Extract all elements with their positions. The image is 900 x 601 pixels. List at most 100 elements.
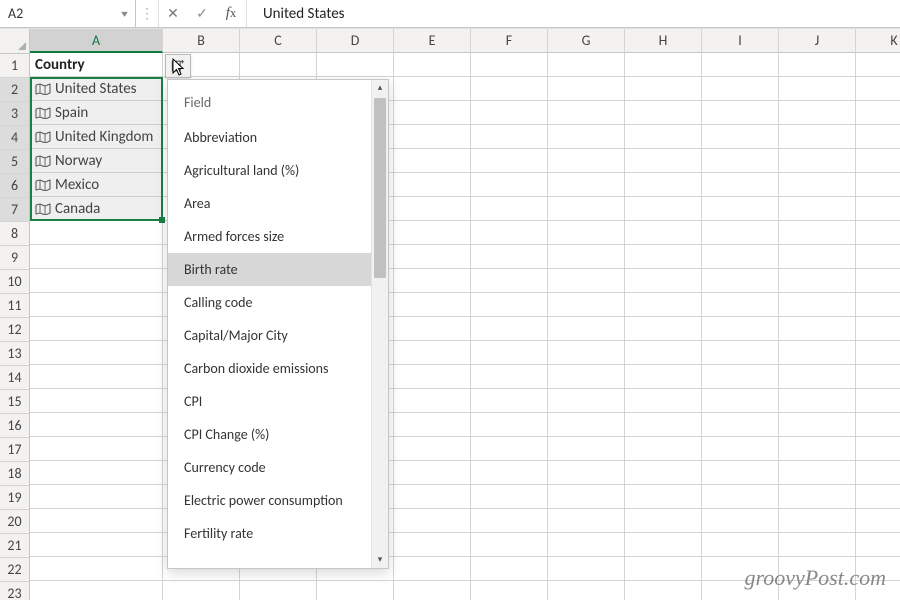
row-header-12[interactable]: 12	[0, 318, 29, 342]
cell-K22[interactable]	[856, 557, 900, 581]
cell-G10[interactable]	[548, 269, 625, 293]
cell-D23[interactable]	[317, 581, 394, 600]
dropdown-item[interactable]: Armed forces size	[168, 220, 371, 253]
cell-I3[interactable]	[702, 101, 779, 125]
cell-J7[interactable]	[779, 197, 856, 221]
cell-K23[interactable]	[856, 581, 900, 600]
formula-bar-grip[interactable]: ⋮	[136, 0, 159, 27]
cell-J20[interactable]	[779, 509, 856, 533]
cell-I9[interactable]	[702, 245, 779, 269]
cell-J23[interactable]	[779, 581, 856, 600]
cell-F23[interactable]	[471, 581, 548, 600]
cell-E1[interactable]	[394, 53, 471, 77]
cells-area[interactable]: CountryUnited StatesSpainUnited KingdomN…	[30, 53, 900, 600]
row-header-15[interactable]: 15	[0, 390, 29, 414]
cell-E15[interactable]	[394, 389, 471, 413]
cell-G14[interactable]	[548, 365, 625, 389]
scroll-thumb[interactable]	[374, 98, 386, 278]
cell-A23[interactable]	[30, 581, 163, 600]
name-box[interactable]: A2 ▾	[0, 0, 136, 27]
dropdown-item[interactable]: Capital/Major City	[168, 319, 371, 352]
cell-G3[interactable]	[548, 101, 625, 125]
cell-H17[interactable]	[625, 437, 702, 461]
row-header-23[interactable]: 23	[0, 582, 29, 601]
cell-E22[interactable]	[394, 557, 471, 581]
cell-A18[interactable]	[30, 461, 163, 485]
cell-K17[interactable]	[856, 437, 900, 461]
cell-J1[interactable]	[779, 53, 856, 77]
cell-I1[interactable]	[702, 53, 779, 77]
dropdown-item[interactable]: Currency code	[168, 451, 371, 484]
cell-H18[interactable]	[625, 461, 702, 485]
cell-E19[interactable]	[394, 485, 471, 509]
cell-G12[interactable]	[548, 317, 625, 341]
cell-G8[interactable]	[548, 221, 625, 245]
column-header-K[interactable]: K	[856, 29, 900, 53]
dropdown-item[interactable]: Birth rate	[168, 253, 371, 286]
cell-K3[interactable]	[856, 101, 900, 125]
row-header-14[interactable]: 14	[0, 366, 29, 390]
scroll-up-icon[interactable]: ▴	[372, 80, 388, 96]
row-header-6[interactable]: 6	[0, 174, 29, 198]
cell-A3[interactable]: Spain	[30, 101, 163, 125]
cell-H12[interactable]	[625, 317, 702, 341]
row-header-4[interactable]: 4	[0, 126, 29, 150]
cell-G22[interactable]	[548, 557, 625, 581]
select-all-button[interactable]	[0, 29, 29, 54]
cell-G7[interactable]	[548, 197, 625, 221]
dropdown-item[interactable]: Carbon dioxide emissions	[168, 352, 371, 385]
cell-K15[interactable]	[856, 389, 900, 413]
cell-K13[interactable]	[856, 341, 900, 365]
cell-E4[interactable]	[394, 125, 471, 149]
cell-I7[interactable]	[702, 197, 779, 221]
cell-F19[interactable]	[471, 485, 548, 509]
cell-B23[interactable]	[163, 581, 240, 600]
column-header-D[interactable]: D	[317, 29, 394, 53]
cell-A19[interactable]	[30, 485, 163, 509]
cell-I18[interactable]	[702, 461, 779, 485]
cell-A11[interactable]	[30, 293, 163, 317]
cell-F11[interactable]	[471, 293, 548, 317]
dropdown-item[interactable]: Fertility rate	[168, 517, 371, 550]
cell-J4[interactable]	[779, 125, 856, 149]
cell-D1[interactable]	[317, 53, 394, 77]
cell-A4[interactable]: United Kingdom	[30, 125, 163, 149]
cell-E18[interactable]	[394, 461, 471, 485]
cell-K4[interactable]	[856, 125, 900, 149]
cell-F9[interactable]	[471, 245, 548, 269]
cell-E9[interactable]	[394, 245, 471, 269]
cell-G1[interactable]	[548, 53, 625, 77]
cell-H14[interactable]	[625, 365, 702, 389]
cell-J2[interactable]	[779, 77, 856, 101]
cell-I12[interactable]	[702, 317, 779, 341]
cell-K11[interactable]	[856, 293, 900, 317]
cell-H13[interactable]	[625, 341, 702, 365]
cell-J14[interactable]	[779, 365, 856, 389]
column-header-I[interactable]: I	[702, 29, 779, 53]
cell-F8[interactable]	[471, 221, 548, 245]
insert-function-icon[interactable]: fx	[217, 0, 246, 27]
cell-A8[interactable]	[30, 221, 163, 245]
row-header-7[interactable]: 7	[0, 198, 29, 222]
enter-icon[interactable]: ✓	[188, 0, 217, 27]
cell-H22[interactable]	[625, 557, 702, 581]
column-header-B[interactable]: B	[163, 29, 240, 53]
cell-I22[interactable]	[702, 557, 779, 581]
cell-K16[interactable]	[856, 413, 900, 437]
cell-E5[interactable]	[394, 149, 471, 173]
cell-C23[interactable]	[240, 581, 317, 600]
cell-K6[interactable]	[856, 173, 900, 197]
cell-J10[interactable]	[779, 269, 856, 293]
column-header-H[interactable]: H	[625, 29, 702, 53]
dropdown-item[interactable]: CPI Change (%)	[168, 418, 371, 451]
cell-K8[interactable]	[856, 221, 900, 245]
row-header-5[interactable]: 5	[0, 150, 29, 174]
cell-F10[interactable]	[471, 269, 548, 293]
cell-I16[interactable]	[702, 413, 779, 437]
cell-K5[interactable]	[856, 149, 900, 173]
cell-H11[interactable]	[625, 293, 702, 317]
formula-input[interactable]	[261, 4, 900, 24]
dropdown-item[interactable]: Agricultural land (%)	[168, 154, 371, 187]
cell-E11[interactable]	[394, 293, 471, 317]
cell-I6[interactable]	[702, 173, 779, 197]
